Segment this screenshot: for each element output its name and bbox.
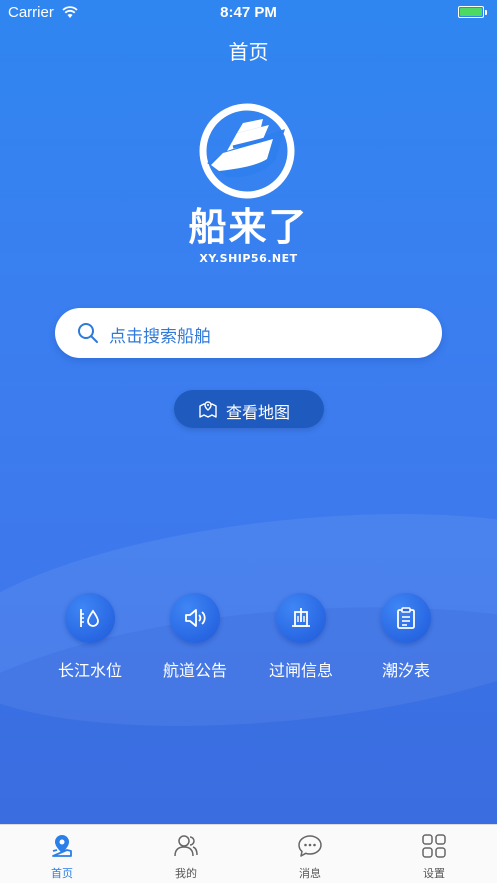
- feature-label: 航道公告: [162, 661, 227, 680]
- tab-label: 首页: [51, 867, 73, 880]
- feature-icon-circle: [276, 593, 326, 643]
- feature-label: 潮汐表: [381, 661, 430, 680]
- water-level-icon: [80, 609, 99, 627]
- page-title: 首页: [228, 40, 269, 64]
- tab-settings[interactable]: 设置: [372, 825, 496, 883]
- tab-home[interactable]: 首页: [0, 825, 124, 883]
- feature-lock-info[interactable]: 过闸信息: [248, 593, 354, 683]
- search-bar[interactable]: 点击搜索船舶: [55, 308, 442, 358]
- grid-icon: [422, 834, 446, 858]
- search-placeholder: 点击搜索船舶: [109, 327, 211, 347]
- home-screen: Carrier 8:47 PM 首页 船来了 XY.SHIP56.NET 点击搜…: [0, 0, 497, 824]
- feature-icon-circle: [65, 593, 115, 643]
- location-pin-icon: [52, 835, 72, 857]
- brand-name: 船来了: [188, 205, 309, 249]
- feature-tide-table[interactable]: 潮汐表: [353, 593, 459, 683]
- search-icon: [78, 323, 98, 343]
- map-icon: [199, 401, 217, 418]
- tab-mine[interactable]: 我的: [124, 825, 248, 883]
- brand-url: XY.SHIP56.NET: [199, 252, 298, 265]
- ship-logo-icon: [199, 103, 295, 199]
- quick-features: 长江水位 航道公告 过闸信息 潮汐表: [0, 593, 497, 683]
- view-map-button[interactable]: 查看地图: [174, 390, 324, 428]
- tab-label: 消息: [299, 867, 321, 880]
- status-bar: Carrier 8:47 PM: [0, 0, 497, 26]
- chat-bubble-icon: [298, 835, 322, 857]
- feature-label: 长江水位: [57, 661, 122, 680]
- clock: 8:47 PM: [220, 4, 277, 21]
- tab-label: 设置: [423, 867, 445, 880]
- feature-label: 过闸信息: [268, 661, 333, 680]
- tab-messages[interactable]: 消息: [248, 825, 372, 883]
- speaker-icon: [185, 609, 206, 627]
- lock-gate-icon: [292, 608, 310, 627]
- battery-icon: [458, 6, 487, 18]
- tab-bar: 首页 我的 消息 设置: [0, 824, 497, 883]
- feature-channel-notice[interactable]: 航道公告: [142, 593, 248, 683]
- clipboard-icon: [397, 607, 415, 629]
- view-map-label: 查看地图: [226, 403, 291, 422]
- users-icon: [174, 835, 198, 857]
- feature-icon-circle: [381, 593, 431, 643]
- tab-label: 我的: [175, 867, 197, 880]
- feature-icon-circle: [170, 593, 220, 643]
- feature-water-level[interactable]: 长江水位: [37, 593, 143, 683]
